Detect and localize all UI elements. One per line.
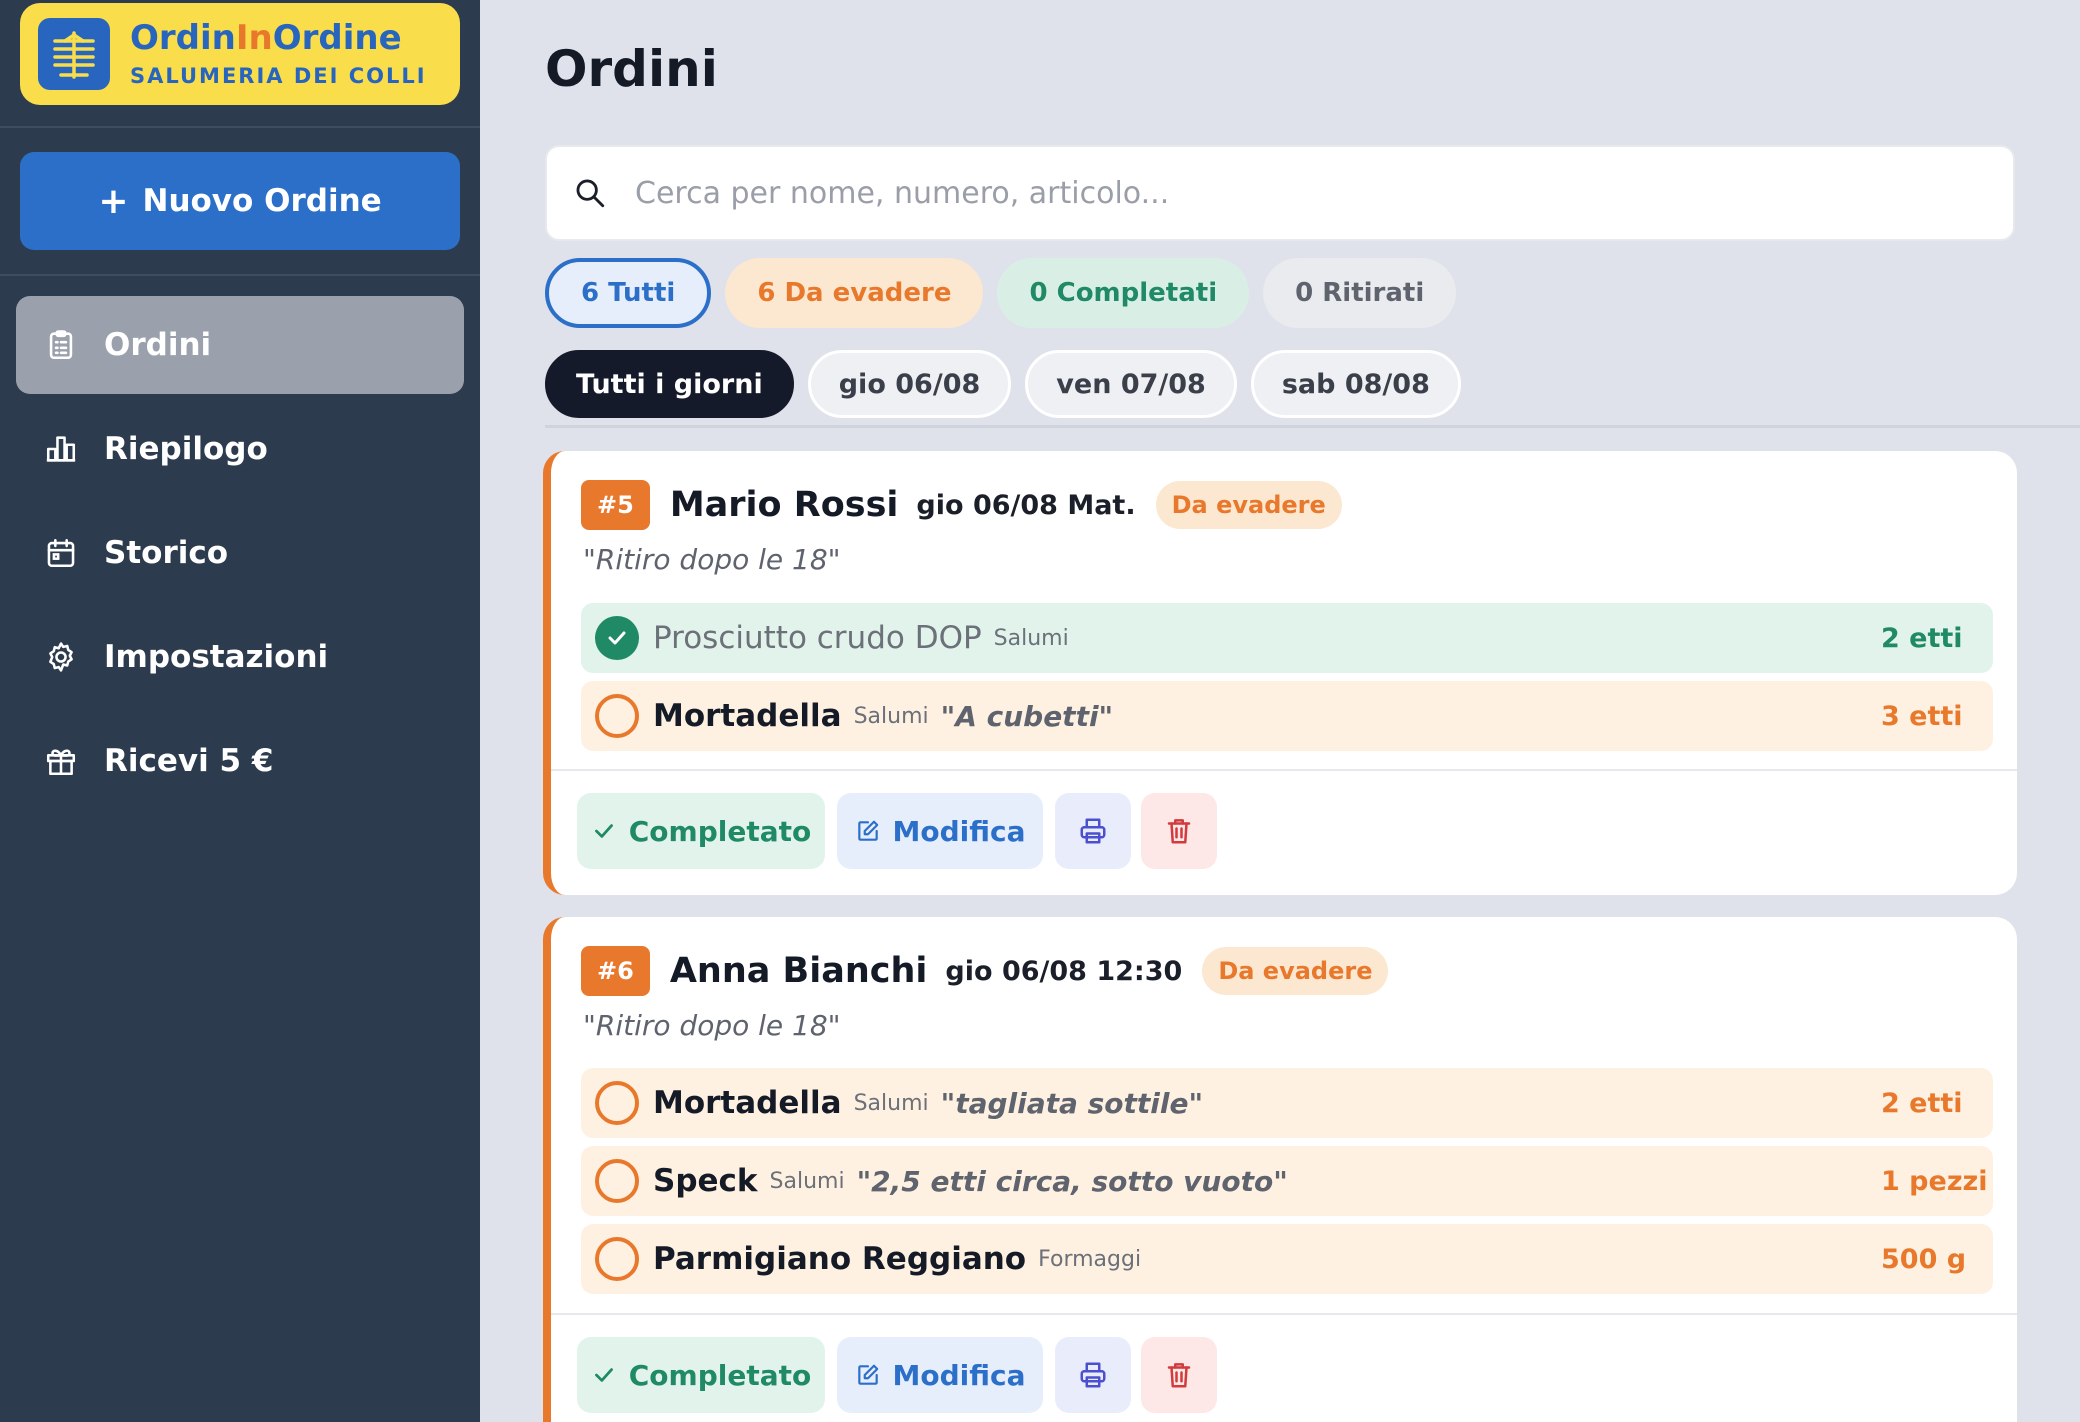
filter-ritirati[interactable]: 0 Ritirati xyxy=(1263,258,1457,328)
trash-icon xyxy=(1167,1363,1191,1388)
bar-chart-icon xyxy=(46,436,76,462)
search-input[interactable] xyxy=(635,175,1935,211)
customer-name: Mario Rossi xyxy=(669,485,899,525)
complete-button[interactable]: Completato xyxy=(577,1337,825,1413)
item-note: "tagliata sottile" xyxy=(940,1086,1204,1120)
edit-button[interactable]: Modifica xyxy=(837,793,1043,869)
pencil-icon xyxy=(857,820,878,841)
plus-icon: + xyxy=(98,180,129,222)
order-item[interactable]: Parmigiano Reggiano Formaggi 500 g xyxy=(581,1224,1993,1294)
delete-button[interactable] xyxy=(1141,1337,1217,1413)
item-category: Salumi xyxy=(853,703,929,729)
filter-divider xyxy=(545,425,2080,428)
new-order-button[interactable]: + Nuovo Ordine xyxy=(20,152,460,250)
sidebar: OrdinInOrdine SALUMERIA DEI COLLI + Nuov… xyxy=(0,0,480,1422)
day-filter-thu[interactable]: gio 06/08 xyxy=(807,350,1012,418)
page-title: Ordini xyxy=(545,40,718,98)
card-divider xyxy=(551,1313,2017,1315)
order-note: "Ritiro dopo le 18" xyxy=(583,1009,841,1042)
customer-name: Anna Bianchi xyxy=(669,951,928,991)
complete-button[interactable]: Completato xyxy=(577,793,825,869)
item-name: Speck xyxy=(653,1163,758,1199)
sidebar-item-storico[interactable]: Storico xyxy=(16,504,464,602)
order-item[interactable]: Mortadella Salumi "tagliata sottile" 2 e… xyxy=(581,1068,1993,1138)
item-quantity: 2 etti xyxy=(1881,1087,1963,1119)
brand-name: OrdinInOrdine xyxy=(130,18,402,59)
item-category: Salumi xyxy=(769,1168,845,1194)
search-bar[interactable] xyxy=(545,145,2015,241)
brand-subtitle: SALUMERIA DEI COLLI xyxy=(130,63,427,88)
check-icon xyxy=(594,824,613,838)
day-filter-fri[interactable]: ven 07/08 xyxy=(1025,350,1237,418)
sidebar-item-ordini[interactable]: Ordini xyxy=(16,296,464,394)
pickup-time: gio 06/08 Mat. xyxy=(916,489,1136,521)
trash-icon xyxy=(1167,819,1191,844)
pickup-time: gio 06/08 12:30 xyxy=(945,955,1183,987)
check-done-icon[interactable] xyxy=(595,616,639,660)
item-name: Mortadella xyxy=(653,1085,842,1121)
check-empty-icon[interactable] xyxy=(595,1237,639,1281)
item-quantity: 500 g xyxy=(1881,1243,1967,1275)
gear-icon xyxy=(49,642,73,672)
order-note: "Ritiro dopo le 18" xyxy=(583,543,841,576)
item-note: "2,5 etti circa, sotto vuoto" xyxy=(856,1164,1288,1198)
status-badge: Da evadere xyxy=(1155,481,1342,529)
item-quantity: 3 etti xyxy=(1881,700,1963,732)
filter-tutti[interactable]: 6 Tutti xyxy=(545,258,712,328)
clipboard-icon xyxy=(49,330,73,360)
order-number-badge: #6 xyxy=(581,946,650,996)
check-empty-icon[interactable] xyxy=(595,1081,639,1125)
gift-icon xyxy=(46,749,76,776)
printer-icon xyxy=(1080,1362,1106,1388)
day-filter-sat[interactable]: sab 08/08 xyxy=(1250,350,1461,418)
brand-logo-block[interactable]: OrdinInOrdine SALUMERIA DEI COLLI xyxy=(20,3,460,105)
order-item[interactable]: Mortadella Salumi "A cubetti" 3 etti xyxy=(581,681,1993,751)
day-filter-all[interactable]: Tutti i giorni xyxy=(545,350,794,418)
edit-button[interactable]: Modifica xyxy=(837,1337,1043,1413)
item-quantity: 2 etti xyxy=(1881,622,1963,654)
status-filter-group: 6 Tutti 6 Da evadere 0 Completati 0 Riti… xyxy=(545,258,1457,328)
order-card: #6 Anna Bianchi gio 06/08 12:30 Da evade… xyxy=(543,917,2017,1422)
check-empty-icon[interactable] xyxy=(595,1159,639,1203)
sidebar-item-ricevi[interactable]: Ricevi 5 € xyxy=(16,712,464,810)
card-divider xyxy=(551,769,2017,771)
item-note: "A cubetti" xyxy=(940,699,1114,733)
wheat-logo-icon xyxy=(38,18,110,90)
check-empty-icon[interactable] xyxy=(595,694,639,738)
filter-completati[interactable]: 0 Completati xyxy=(997,258,1250,328)
item-quantity: 1 pezzi xyxy=(1881,1165,1988,1197)
sidebar-item-riepilogo[interactable]: Riepilogo xyxy=(16,400,464,498)
item-category: Formaggi xyxy=(1038,1246,1142,1272)
sidebar-divider xyxy=(0,274,480,276)
item-name: Prosciutto crudo DOP xyxy=(653,620,982,656)
printer-icon xyxy=(1080,818,1106,844)
print-button[interactable] xyxy=(1055,793,1131,869)
check-icon xyxy=(594,1368,613,1382)
order-item[interactable]: Speck Salumi "2,5 etti circa, sotto vuot… xyxy=(581,1146,1993,1216)
search-icon xyxy=(576,179,605,208)
sidebar-divider xyxy=(0,126,480,128)
calendar-icon xyxy=(47,538,75,568)
order-card: #5 Mario Rossi gio 06/08 Mat. Da evadere… xyxy=(543,451,2017,895)
print-button[interactable] xyxy=(1055,1337,1131,1413)
item-name: Mortadella xyxy=(653,698,842,734)
order-number-badge: #5 xyxy=(581,480,650,530)
filter-da-evadere[interactable]: 6 Da evadere xyxy=(725,258,984,328)
item-name: Parmigiano Reggiano xyxy=(653,1241,1027,1277)
pencil-icon xyxy=(857,1364,878,1385)
day-filter-group: Tutti i giorni gio 06/08 ven 07/08 sab 0… xyxy=(545,350,1461,418)
item-category: Salumi xyxy=(993,625,1069,651)
status-badge: Da evadere xyxy=(1202,947,1389,995)
item-category: Salumi xyxy=(853,1090,929,1116)
delete-button[interactable] xyxy=(1141,793,1217,869)
order-item[interactable]: Prosciutto crudo DOP Salumi 2 etti xyxy=(581,603,1993,673)
sidebar-item-impostazioni[interactable]: Impostazioni xyxy=(16,608,464,706)
